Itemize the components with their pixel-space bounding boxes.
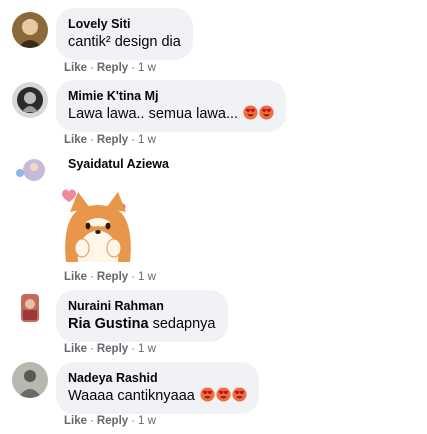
separator-dot: · xyxy=(90,415,94,427)
heart-eyes-emoji xyxy=(259,105,274,120)
like-button[interactable]: Like xyxy=(64,62,87,74)
timestamp[interactable]: 1 w xyxy=(138,415,156,427)
comment-bubble: Nadeya Rashid Waaaa cantiknyaaa xyxy=(56,362,259,414)
comment-actions: Like · Reply · 1 w xyxy=(64,414,156,428)
heart-eyes-emoji xyxy=(243,105,258,120)
comment-actions: Like · Reply · 1 w xyxy=(64,61,156,75)
like-button[interactable]: Like xyxy=(64,415,87,427)
shiba-dog-sticker[interactable] xyxy=(56,182,140,266)
comment-actions: Like · Reply · 1 w xyxy=(64,270,156,284)
comment-text: cantik² design dia xyxy=(68,34,181,50)
heart-eyes-emoji xyxy=(232,387,247,402)
avatar[interactable] xyxy=(12,152,48,188)
reply-button[interactable]: Reply xyxy=(97,271,128,283)
reply-button[interactable]: Reply xyxy=(97,415,128,427)
separator-dot: · xyxy=(131,134,136,146)
separator-dot: · xyxy=(131,271,136,283)
comment-text: Lawa lawa.. semua lawa... xyxy=(68,105,274,124)
timestamp[interactable]: 1 w xyxy=(138,271,156,283)
heart-eyes-emoji xyxy=(200,387,215,402)
comment-text: Waaaa cantiknyaaa xyxy=(68,387,247,406)
separator-dot: · xyxy=(131,343,136,355)
comment-actions: Like · Reply · 1 w xyxy=(64,342,156,356)
reply-button[interactable]: Reply xyxy=(97,134,128,146)
like-button[interactable]: Like xyxy=(64,271,87,283)
separator-dot: · xyxy=(131,62,136,74)
reply-button[interactable]: Reply xyxy=(97,343,128,355)
comment-author[interactable]: Mimie K'tina Mj xyxy=(68,88,274,104)
separator-dot: · xyxy=(90,62,94,74)
comment-bubble: Mimie K'tina Mj Lawa lawa.. semua lawa..… xyxy=(56,80,287,132)
separator-dot: · xyxy=(90,343,94,355)
timestamp[interactable]: 1 w xyxy=(138,62,156,74)
timestamp[interactable]: 1 w xyxy=(138,134,156,146)
comment-text: Ria Gustina sedapnya xyxy=(68,316,216,332)
comment-author[interactable]: Nuraini Rahman xyxy=(68,298,216,314)
like-button[interactable]: Like xyxy=(64,343,87,355)
comment-bubble: Syaidatul Aziewa xyxy=(56,152,181,176)
comment-author[interactable]: Syaidatul Aziewa xyxy=(68,156,169,172)
comment-author[interactable]: Nadeya Rashid xyxy=(68,370,247,386)
separator-dot: · xyxy=(90,134,94,146)
separator-dot: · xyxy=(131,415,136,427)
tagged-user-link[interactable]: Ria Gustina xyxy=(68,316,149,332)
comment-bubble: Nuraini Rahman Ria Gustina sedapnya xyxy=(56,290,228,342)
comment-bubble: Lovely Siti cantik² design dia xyxy=(56,8,193,60)
avatar[interactable] xyxy=(12,362,48,398)
timestamp[interactable]: 1 w xyxy=(138,343,156,355)
avatar[interactable] xyxy=(12,82,48,118)
comment-author[interactable]: Lovely Siti xyxy=(68,16,181,32)
reply-button[interactable]: Reply xyxy=(97,62,128,74)
comment-actions: Like · Reply · 1 w xyxy=(64,133,156,147)
avatar[interactable] xyxy=(12,12,48,48)
avatar[interactable] xyxy=(12,290,48,326)
heart-eyes-emoji xyxy=(216,387,231,402)
like-button[interactable]: Like xyxy=(64,134,87,146)
separator-dot: · xyxy=(90,271,94,283)
